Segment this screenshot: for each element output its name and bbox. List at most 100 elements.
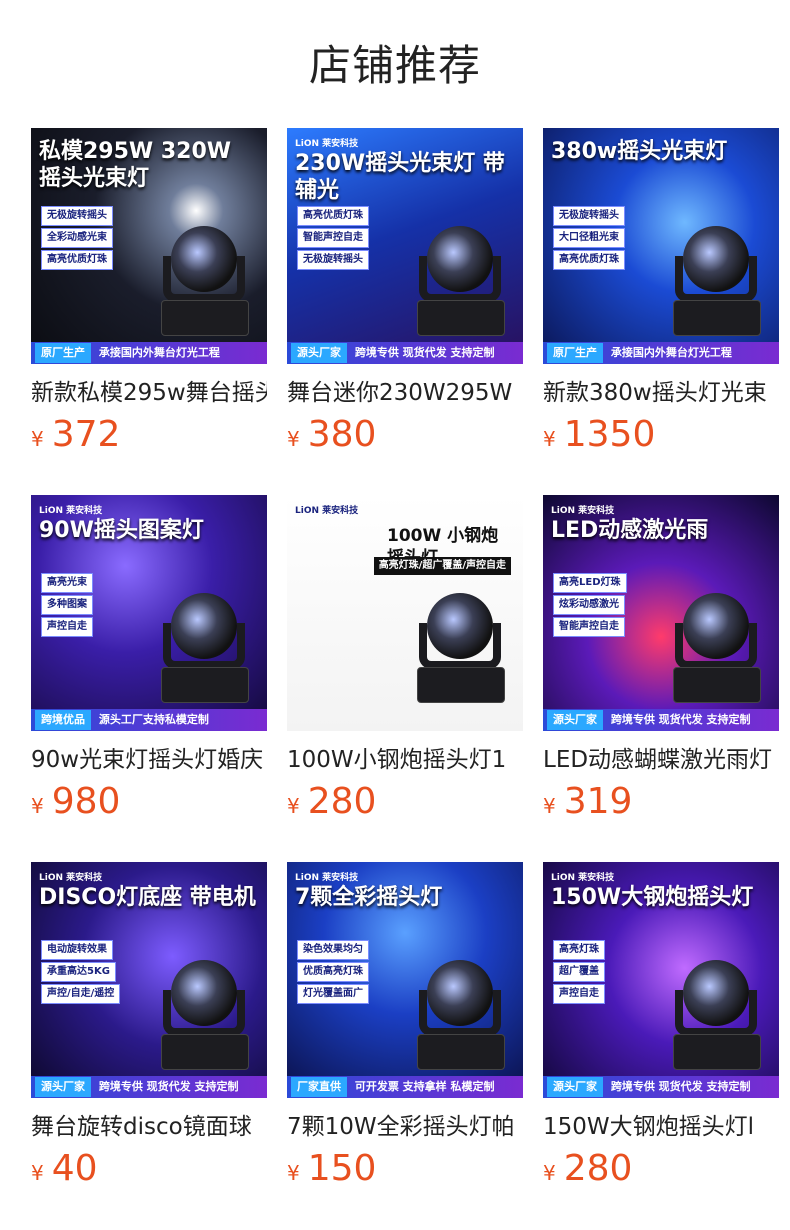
product-card[interactable]: LiON 莱安科技 230W摇头光束灯 带辅光 高亮优质灯珠 智能声控自走 无极旋转… [287, 128, 523, 456]
image-footer-banner: 厂家直供 可开发票 支持拿样 私模定制 [287, 1076, 523, 1098]
product-card[interactable]: LiON 莱安科技 7颗全彩摇头灯 染色效果均匀 优质高亮灯珠 灯光覆盖面广 厂家直… [287, 862, 523, 1190]
product-price: ¥372 [31, 414, 267, 456]
currency-symbol: ¥ [543, 1161, 556, 1185]
price-value: 380 [307, 414, 377, 455]
feature-tag: 无极旋转摇头 [297, 250, 369, 270]
product-image[interactable]: 380w摇头光束灯 无极旋转摇头 大口径粗光束 高亮优质灯珠 原厂生产 承接国内外舞… [543, 128, 779, 364]
image-footer-banner: 源头厂家 跨境专供 现货代发 支持定制 [543, 1076, 779, 1098]
image-footer-banner: 跨境优品 源头工厂支持私模定制 [31, 709, 267, 731]
product-price: ¥980 [31, 781, 267, 823]
moving-head-light-icon [673, 593, 761, 703]
price-value: 40 [51, 1148, 98, 1189]
product-image[interactable]: LiON 莱安科技 90W摇头图案灯 高亮光束 多种图案 声控自走 跨境优品 源头工… [31, 495, 267, 731]
brand-logo: LiON 莱安科技 [551, 873, 615, 883]
source-badge: 源头厂家 [547, 710, 603, 730]
product-price: ¥280 [287, 781, 523, 823]
feature-tag: 高亮灯珠 [553, 940, 605, 960]
product-price: ¥319 [543, 781, 779, 823]
price-value: 372 [51, 414, 121, 455]
image-headline: 380w摇头光束灯 [551, 139, 728, 164]
feature-tag: 智能声控自走 [297, 228, 369, 248]
product-name[interactable]: 新款380w摇头灯光束 [543, 378, 779, 408]
currency-symbol: ¥ [31, 794, 44, 818]
product-card[interactable]: 380w摇头光束灯 无极旋转摇头 大口径粗光束 高亮优质灯珠 原厂生产 承接国内外舞… [543, 128, 779, 456]
feature-tag: 智能声控自走 [553, 617, 625, 637]
currency-symbol: ¥ [287, 794, 300, 818]
brand-logo: LiON 莱安科技 [39, 506, 103, 516]
product-name[interactable]: 150W大钢炮摇头灯l [543, 1112, 779, 1142]
source-badge: 厂家直供 [291, 1077, 347, 1097]
product-name[interactable]: 90w光束灯摇头灯婚庆 [31, 745, 267, 775]
product-card[interactable]: LiON 莱安科技 100W 小钢炮摇头灯 高亮灯珠/超广覆盖/声控自走 100… [287, 495, 523, 823]
image-headline: 7颗全彩摇头灯 [295, 885, 443, 910]
product-image[interactable]: LiON 莱安科技 100W 小钢炮摇头灯 高亮灯珠/超广覆盖/声控自走 [287, 495, 523, 731]
feature-tag: 大口径粗光束 [553, 228, 625, 248]
feature-tag: 多种图案 [41, 595, 93, 615]
product-price: ¥1350 [543, 414, 779, 456]
product-image[interactable]: LiON 莱安科技 DISCO灯底座 带电机 电动旋转效果 承重高达5KG 声控/自… [31, 862, 267, 1098]
currency-symbol: ¥ [287, 427, 300, 451]
feature-tag: 声控自走 [553, 984, 605, 1004]
product-name[interactable]: 舞台旋转disco镜面球 [31, 1112, 267, 1142]
feature-tag: 承重高达5KG [41, 962, 116, 982]
image-footer-banner: 源头厂家 跨境专供 现货代发 支持定制 [31, 1076, 267, 1098]
product-name[interactable]: 舞台迷你230W295W [287, 378, 523, 408]
feature-tag: 优质高亮灯珠 [297, 962, 369, 982]
image-footer-banner: 原厂生产 承接国内外舞台灯光工程 [543, 342, 779, 364]
source-badge: 原厂生产 [35, 343, 91, 363]
moving-head-light-icon [673, 226, 761, 336]
product-image[interactable]: LiON 莱安科技 7颗全彩摇头灯 染色效果均匀 优质高亮灯珠 灯光覆盖面广 厂家直… [287, 862, 523, 1098]
currency-symbol: ¥ [543, 427, 556, 451]
currency-symbol: ¥ [287, 1161, 300, 1185]
product-price: ¥280 [543, 1148, 779, 1190]
image-footer-banner: 原厂生产 承接国内外舞台灯光工程 [31, 342, 267, 364]
footer-text: 跨境专供 现货代发 支持定制 [610, 1080, 751, 1093]
feature-tag: 全彩动感光束 [41, 228, 113, 248]
product-image[interactable]: LiON 莱安科技 150W大钢炮摇头灯 高亮灯珠 超广覆盖 声控自走 源头厂家 跨… [543, 862, 779, 1098]
product-card[interactable]: LiON 莱安科技 DISCO灯底座 带电机 电动旋转效果 承重高达5KG 声控/自… [31, 862, 267, 1190]
source-badge: 跨境优品 [35, 710, 91, 730]
feature-tag: 染色效果均匀 [297, 940, 369, 960]
product-name[interactable]: 100W小钢炮摇头灯1 [287, 745, 523, 775]
source-badge: 源头厂家 [35, 1077, 91, 1097]
product-card[interactable]: LiON 莱安科技 LED动感激光雨 高亮LED灯珠 炫彩动感激光 智能声控自走 源… [543, 495, 779, 823]
source-badge: 原厂生产 [547, 343, 603, 363]
feature-tag: 高亮LED灯珠 [553, 573, 627, 593]
product-image[interactable]: 私模295W 320W 摇头光束灯 无极旋转摇头 全彩动感光束 高亮优质灯珠 原厂生… [31, 128, 267, 364]
feature-tag: 高亮优质灯珠 [553, 250, 625, 270]
product-card[interactable]: LiON 莱安科技 150W大钢炮摇头灯 高亮灯珠 超广覆盖 声控自走 源头厂家 跨… [543, 862, 779, 1190]
source-badge: 源头厂家 [547, 1077, 603, 1097]
image-footer-banner: 源头厂家 跨境专供 现货代发 支持定制 [287, 342, 523, 364]
price-value: 280 [307, 781, 377, 822]
price-value: 280 [563, 1148, 633, 1189]
product-name[interactable]: LED动感蝴蝶激光雨灯 [543, 745, 779, 775]
brand-logo: LiON 莱安科技 [551, 506, 615, 516]
feature-tag: 灯光覆盖面广 [297, 984, 369, 1004]
product-price: ¥40 [31, 1148, 267, 1190]
product-image[interactable]: LiON 莱安科技 LED动感激光雨 高亮LED灯珠 炫彩动感激光 智能声控自走 源… [543, 495, 779, 731]
product-card[interactable]: 私模295W 320W 摇头光束灯 无极旋转摇头 全彩动感光束 高亮优质灯珠 原厂生… [31, 128, 267, 456]
moving-head-light-icon [417, 226, 505, 336]
feature-tag: 电动旋转效果 [41, 940, 113, 960]
currency-symbol: ¥ [31, 1161, 44, 1185]
feature-tag: 高亮优质灯珠 [297, 206, 369, 226]
moving-head-light-icon [673, 960, 761, 1070]
footer-text: 可开发票 支持拿样 私模定制 [354, 1080, 495, 1093]
feature-tag: 无极旋转摇头 [553, 206, 625, 226]
price-value: 150 [307, 1148, 377, 1189]
price-value: 319 [563, 781, 633, 822]
currency-symbol: ¥ [31, 427, 44, 451]
image-headline: 私模295W 320W 摇头光束灯 [39, 139, 232, 191]
product-name[interactable]: 新款私模295w舞台摇头 [31, 378, 267, 408]
image-footer-banner: 源头厂家 跨境专供 现货代发 支持定制 [543, 709, 779, 731]
brand-logo: LiON 莱安科技 [295, 873, 359, 883]
feature-tag: 声控自走 [41, 617, 93, 637]
feature-tag: 高亮灯珠/超广覆盖/声控自走 [373, 557, 511, 575]
brand-logo: LiON 莱安科技 [295, 139, 359, 149]
feature-tag: 声控/自走/遥控 [41, 984, 121, 1004]
product-image[interactable]: LiON 莱安科技 230W摇头光束灯 带辅光 高亮优质灯珠 智能声控自走 无极旋转… [287, 128, 523, 364]
product-name[interactable]: 7颗10W全彩摇头灯帕 [287, 1112, 523, 1142]
price-value: 980 [51, 781, 121, 822]
feature-tag: 无极旋转摇头 [41, 206, 113, 226]
product-card[interactable]: LiON 莱安科技 90W摇头图案灯 高亮光束 多种图案 声控自走 跨境优品 源头工… [31, 495, 267, 823]
